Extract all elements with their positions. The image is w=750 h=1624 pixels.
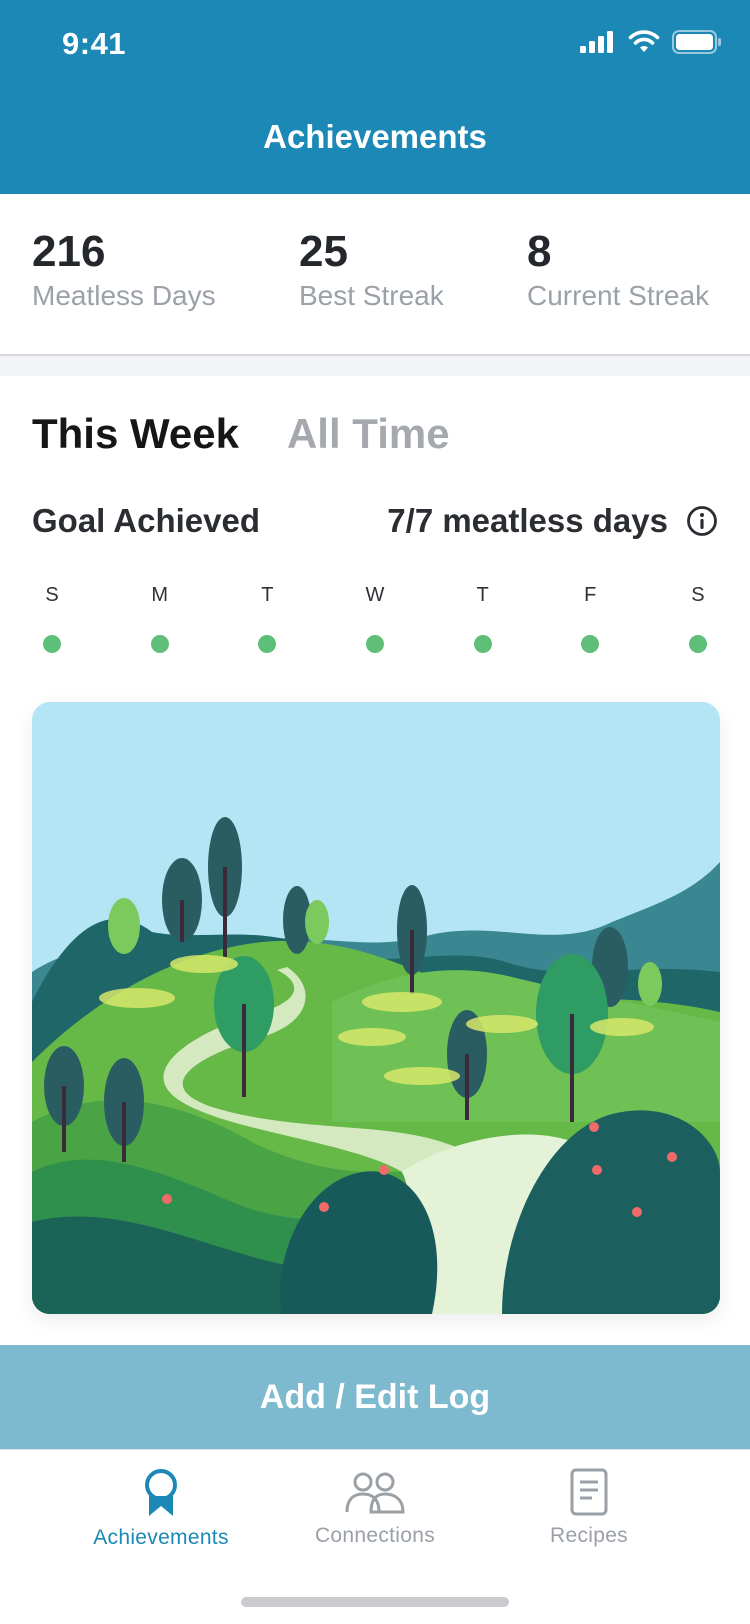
day-letter: S (45, 584, 59, 606)
bottom-tab-bar: Achievements Connections Recipes (0, 1449, 750, 1624)
status-icons (580, 30, 722, 54)
day-column: T (247, 584, 287, 653)
period-tabs: This Week All Time (32, 410, 450, 458)
status-bar: 9:41 (0, 0, 750, 90)
day-letter: M (151, 584, 168, 606)
status-time: 9:41 (62, 26, 127, 61)
tabbar-item-connections[interactable]: Connections (275, 1468, 475, 1548)
day-letter: F (584, 584, 597, 606)
week-tracker: S M T W T F S (32, 584, 718, 653)
document-icon (570, 1468, 608, 1516)
goal-label: Goal Achieved (32, 502, 261, 539)
goal-summary: 7/7 meatless days (387, 502, 718, 540)
day-column: S (678, 584, 718, 653)
ribbon-icon (145, 1469, 177, 1516)
stat-meatless-days: 216 Meatless Days (32, 227, 216, 312)
day-column: W (355, 584, 395, 653)
day-complete-dot (150, 635, 169, 653)
tab-this-week[interactable]: This Week (32, 410, 239, 458)
day-complete-dot (43, 635, 61, 653)
day-complete-dot (688, 635, 707, 653)
home-indicator (241, 1597, 509, 1607)
page-title: Achievements (263, 118, 487, 155)
day-letter: W (365, 584, 385, 606)
day-column: M (140, 584, 180, 653)
section-divider (0, 356, 750, 376)
tabbar-label: Achievements (93, 1526, 229, 1549)
wifi-icon (628, 30, 660, 52)
signal-icon (580, 31, 613, 53)
tab-all-time[interactable]: All Time (287, 410, 450, 458)
day-complete-dot (581, 635, 600, 653)
day-complete-dot (473, 635, 492, 653)
tabbar-label: Recipes (550, 1524, 628, 1547)
stat-label: Best Streak (299, 280, 444, 312)
stats-summary: 216 Meatless Days 25 Best Streak 8 Curre… (0, 194, 750, 356)
day-complete-dot (258, 635, 277, 653)
stat-value: 216 (32, 227, 106, 276)
tabbar-item-achievements[interactable]: Achievements (61, 1468, 261, 1550)
battery-icon (672, 30, 721, 54)
goal-value: 7/7 meatless days (387, 502, 668, 539)
day-column: F (570, 584, 610, 653)
tabbar-label: Connections (314, 1524, 436, 1547)
stat-label: Current Streak (527, 280, 710, 312)
info-icon[interactable] (686, 505, 718, 537)
people-icon (345, 1472, 405, 1514)
stat-label: Meatless Days (32, 280, 216, 312)
stat-current-streak: 8 Current Streak (527, 227, 710, 312)
day-complete-dot (365, 635, 384, 653)
hills-scene (32, 702, 720, 1314)
stat-best-streak: 25 Best Streak (299, 227, 444, 312)
day-letter: T (476, 584, 489, 606)
day-column: T (463, 584, 503, 653)
landscape-illustration (32, 702, 720, 1314)
app-header: 9:41 Achievements (0, 0, 750, 194)
day-column: S (32, 584, 72, 653)
add-edit-log-button[interactable]: Add / Edit Log (0, 1345, 750, 1449)
tabbar-item-recipes[interactable]: Recipes (489, 1468, 689, 1548)
stat-value: 25 (299, 227, 348, 276)
goal-row: Goal Achieved 7/7 meatless days (32, 502, 718, 540)
stat-value: 8 (527, 227, 552, 276)
day-letter: T (261, 584, 274, 606)
day-letter: S (691, 584, 705, 606)
